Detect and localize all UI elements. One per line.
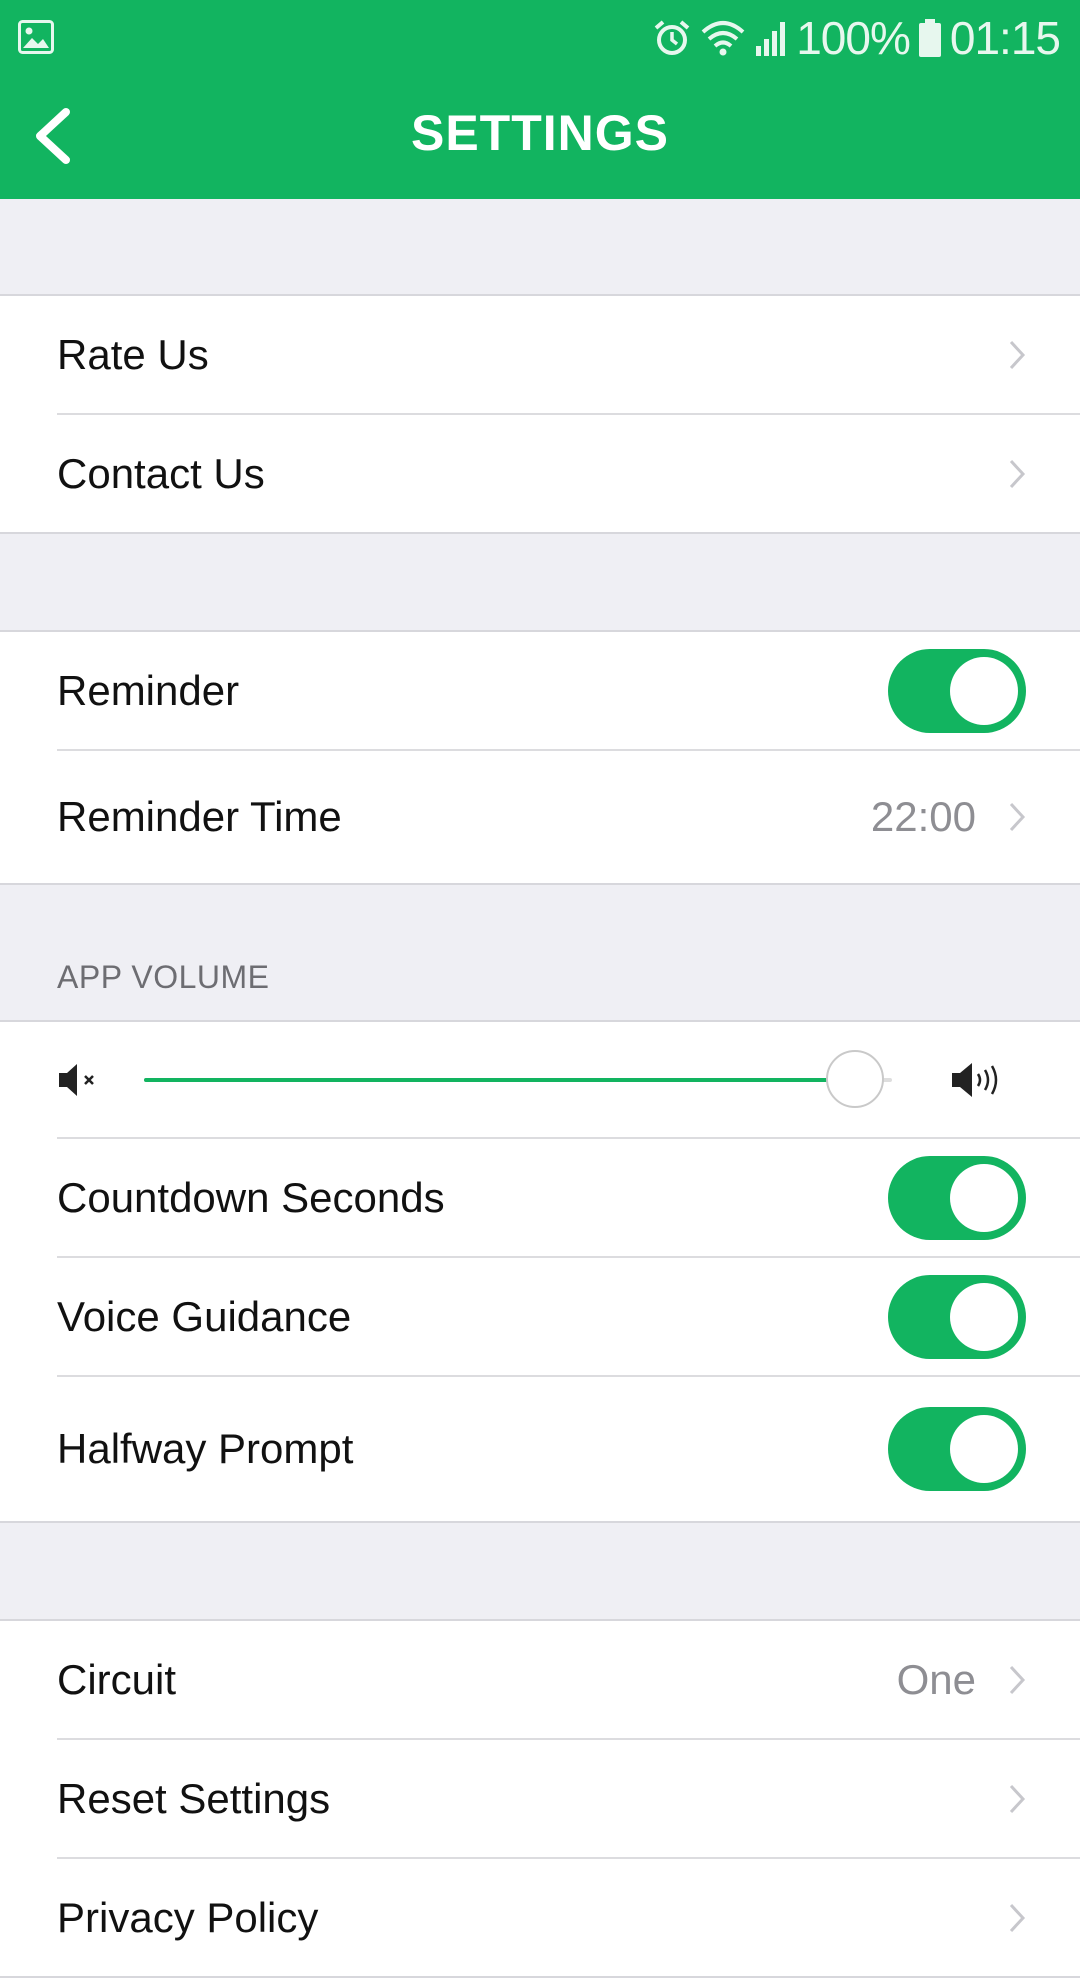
settings-list: Rate Us Contact Us Reminder Reminder Tim…	[0, 199, 1080, 1978]
chevron-right-icon	[1009, 1784, 1026, 1813]
volume-slider[interactable]	[144, 1050, 892, 1108]
wifi-icon	[701, 21, 745, 56]
status-icons: 100% 01:15	[652, 10, 1061, 66]
audio-group: Countdown Seconds Voice Guidance Halfway…	[0, 1022, 1080, 1523]
alarm-icon	[654, 20, 690, 55]
section-title: APP VOLUME	[57, 959, 270, 995]
toggle-knob	[950, 1282, 1018, 1351]
status-bar: 100% 01:15	[0, 0, 1080, 76]
reminder-time-value: 22:00	[870, 793, 976, 840]
volume-up-icon	[952, 1062, 998, 1097]
halfway-prompt-row: Halfway Prompt	[57, 1377, 1080, 1521]
workout-group: Circuit One Reset Settings Privacy Polic…	[0, 1621, 1080, 1978]
reset-settings-row[interactable]: Reset Settings	[57, 1740, 1080, 1859]
countdown-seconds-label: Countdown Seconds	[57, 1173, 445, 1221]
section-spacer	[0, 199, 1080, 296]
signal-icon	[756, 22, 786, 56]
rate-us-row[interactable]: Rate Us	[57, 296, 1080, 415]
circuit-row[interactable]: Circuit One	[57, 1621, 1080, 1740]
section-spacer	[0, 534, 1080, 632]
gallery-icon	[18, 20, 54, 54]
volume-mute-icon	[59, 1063, 94, 1096]
feedback-group: Rate Us Contact Us	[0, 296, 1080, 534]
countdown-seconds-row: Countdown Seconds	[57, 1139, 1080, 1258]
reminder-group: Reminder Reminder Time 22:00	[0, 632, 1080, 885]
chevron-right-icon	[1009, 802, 1026, 832]
reset-settings-label: Reset Settings	[57, 1774, 331, 1822]
reminder-label: Reminder	[57, 666, 240, 714]
section-spacer	[0, 1523, 1080, 1621]
reminder-row: Reminder	[57, 632, 1080, 751]
chevron-right-icon	[1009, 459, 1026, 488]
contact-us-label: Contact Us	[57, 449, 265, 497]
circuit-label: Circuit	[57, 1655, 177, 1703]
toggle-knob	[950, 656, 1018, 725]
status-time: 01:15	[949, 12, 1061, 64]
chevron-right-icon	[1009, 1665, 1026, 1694]
countdown-seconds-toggle[interactable]	[888, 1155, 1026, 1240]
halfway-prompt-label: Halfway Prompt	[57, 1425, 354, 1472]
volume-slider-fill	[144, 1078, 855, 1082]
circuit-value: One	[896, 1655, 976, 1703]
chevron-right-icon	[1009, 1903, 1026, 1932]
halfway-prompt-toggle[interactable]	[888, 1407, 1026, 1491]
reminder-time-row[interactable]: Reminder Time 22:00	[57, 751, 1080, 883]
app-bar: 100% 01:15 SETTINGS	[0, 0, 1080, 199]
privacy-policy-label: Privacy Policy	[57, 1893, 319, 1941]
toggle-knob	[950, 1415, 1018, 1483]
contact-us-row[interactable]: Contact Us	[57, 415, 1080, 532]
chevron-right-icon	[1009, 340, 1026, 369]
section-header-app-volume: APP VOLUME	[0, 885, 1080, 1022]
reminder-toggle[interactable]	[888, 648, 1026, 733]
voice-guidance-row: Voice Guidance	[57, 1258, 1080, 1377]
rate-us-label: Rate Us	[57, 330, 209, 378]
voice-guidance-toggle[interactable]	[888, 1274, 1026, 1359]
page-title: SETTINGS	[410, 105, 670, 161]
battery-percent: 100%	[796, 12, 911, 64]
volume-slider-row	[57, 1022, 1080, 1139]
reminder-time-label: Reminder Time	[57, 793, 342, 840]
toggle-knob	[950, 1163, 1018, 1232]
privacy-policy-row[interactable]: Privacy Policy	[57, 1859, 1080, 1976]
volume-slider-thumb[interactable]	[825, 1050, 884, 1108]
battery-icon	[918, 19, 941, 57]
voice-guidance-label: Voice Guidance	[57, 1292, 352, 1340]
